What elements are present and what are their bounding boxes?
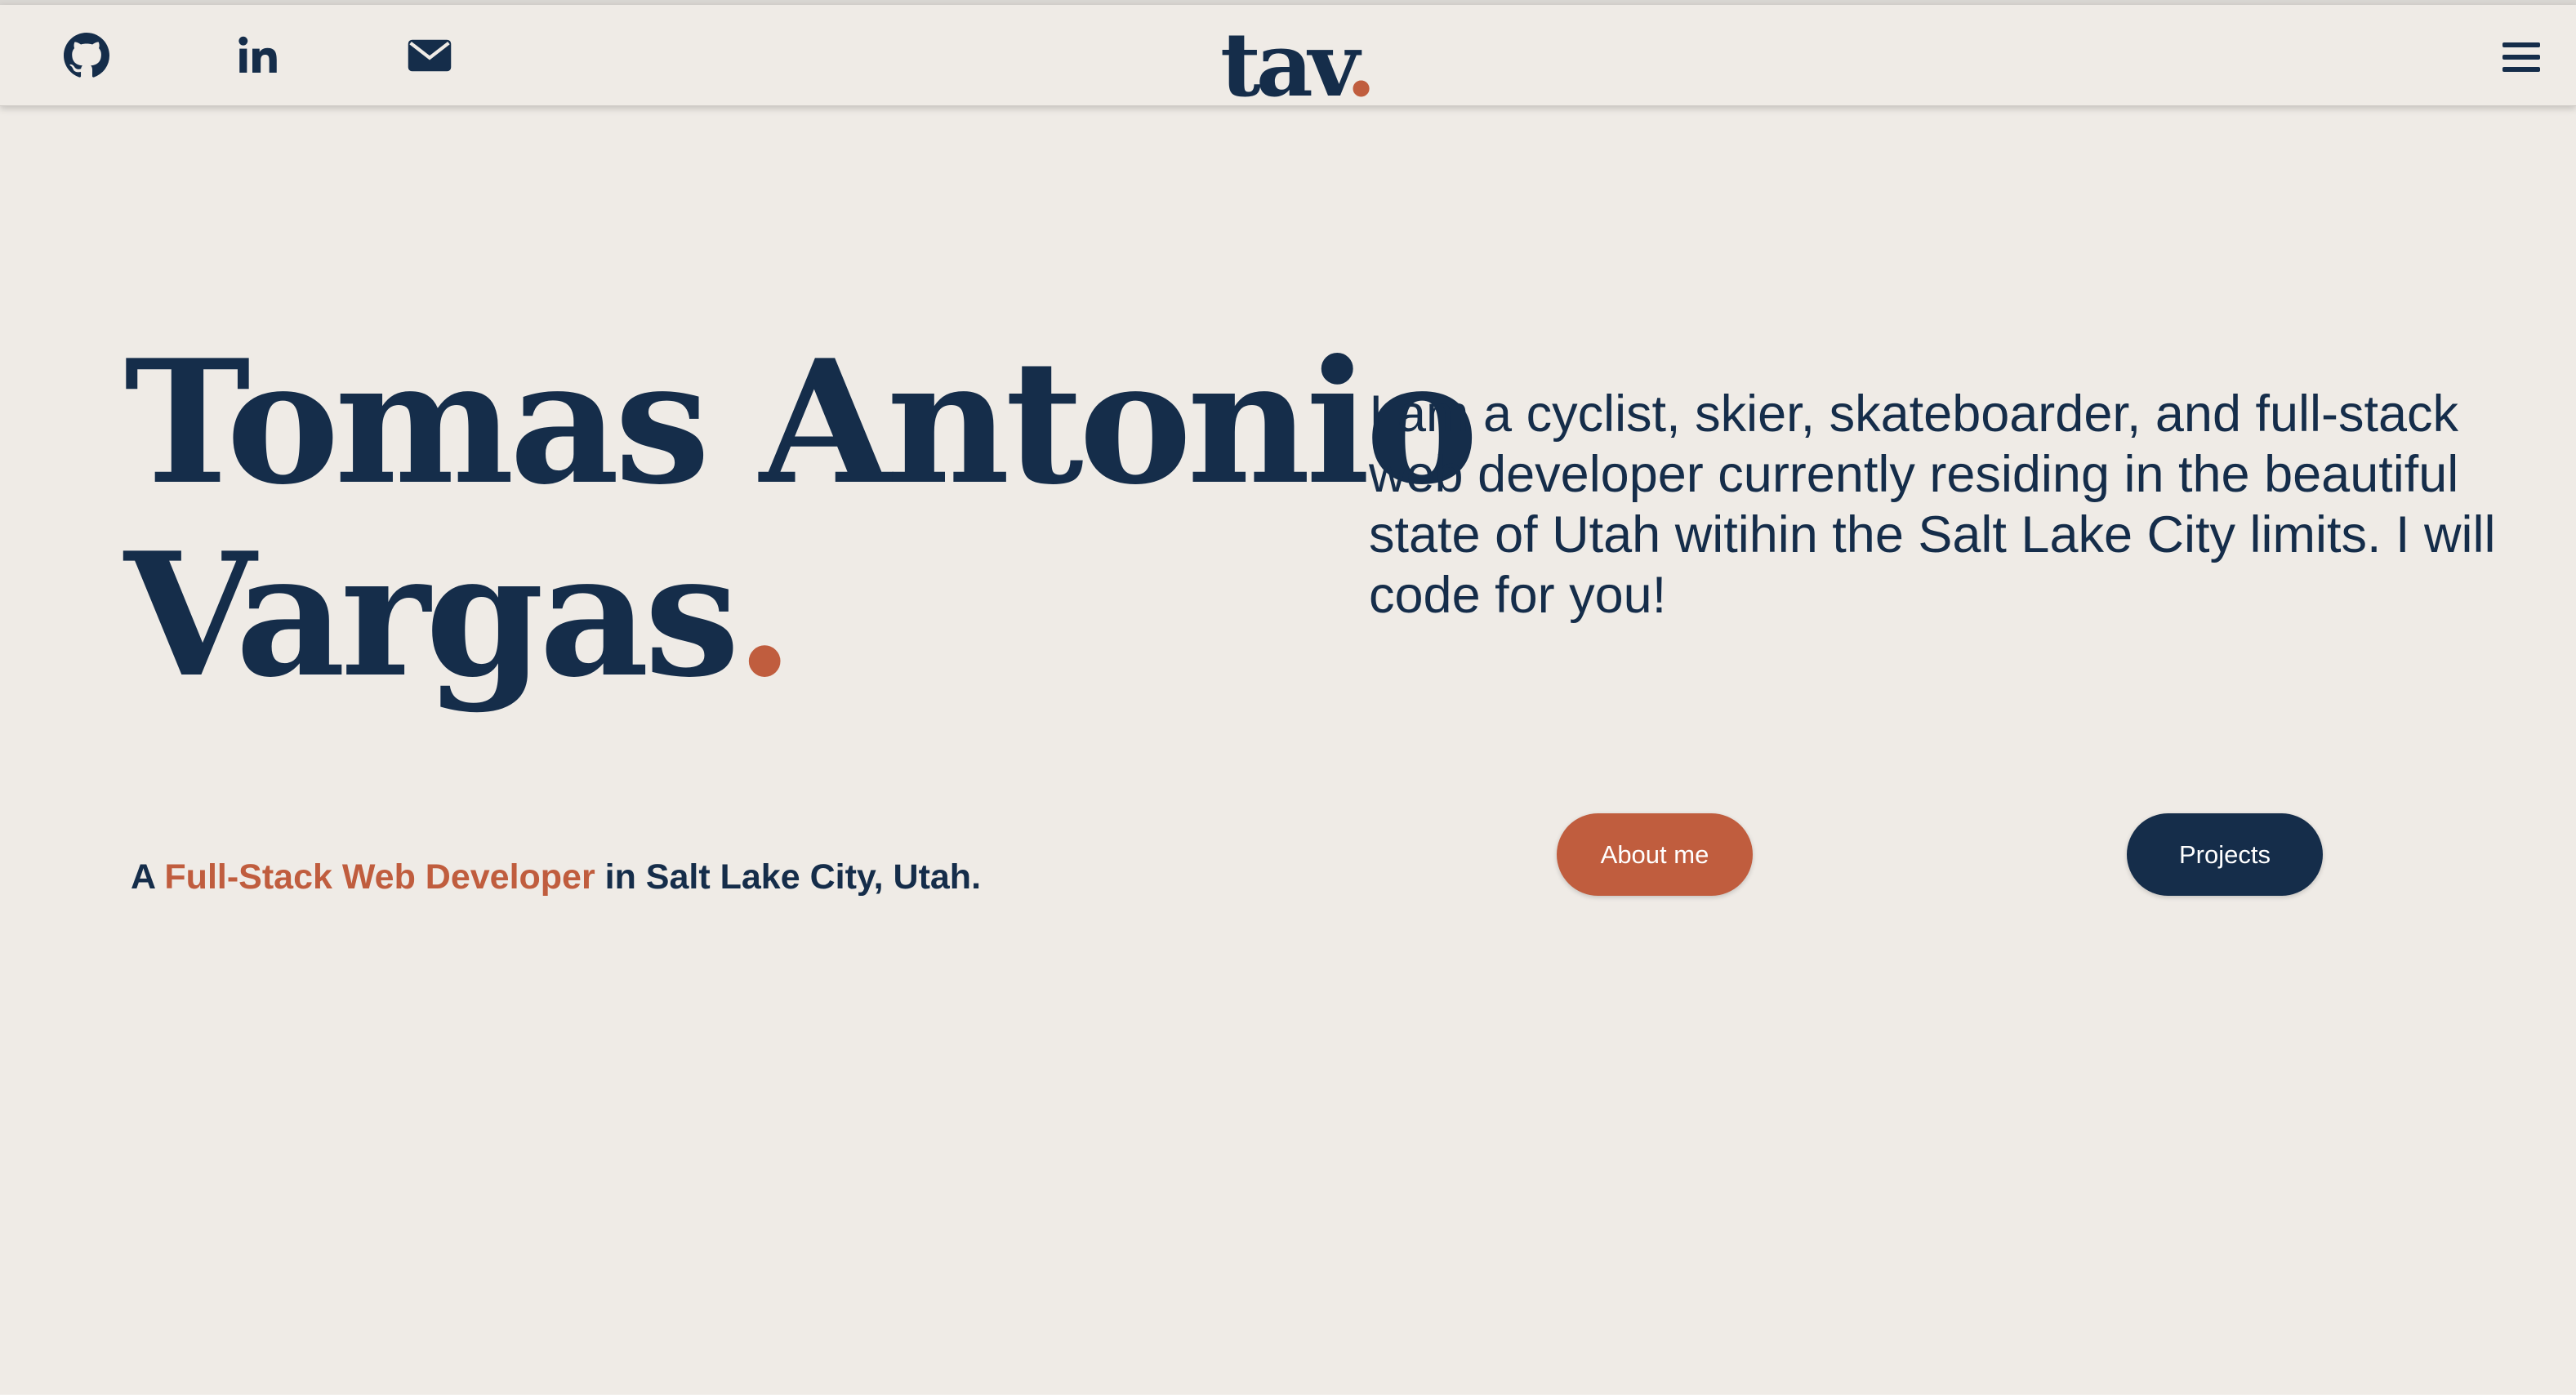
tagline: A Full-Stack Web Developer in Salt Lake … bbox=[131, 857, 981, 897]
bottom-edge bbox=[0, 1395, 2576, 1398]
name-dot: . bbox=[734, 516, 794, 715]
logo-dot: . bbox=[1345, 14, 1377, 117]
envelope-icon bbox=[407, 33, 452, 78]
tagline-prefix: A bbox=[131, 857, 165, 897]
intro-paragraph: I am a cyclist, skier, skateboarder, and… bbox=[1369, 385, 2496, 624]
tagline-location: in Salt Lake City, Utah. bbox=[595, 857, 982, 897]
github-icon bbox=[64, 33, 109, 78]
name-line-2: Vargas bbox=[124, 516, 740, 715]
menu-button[interactable] bbox=[2501, 38, 2542, 77]
github-link[interactable] bbox=[64, 33, 109, 78]
hamburger-menu-icon bbox=[2501, 38, 2542, 77]
logo-text: tav bbox=[1220, 14, 1351, 117]
linkedin-icon bbox=[235, 33, 281, 78]
tagline-role: Full-Stack Web Developer bbox=[164, 857, 595, 897]
name-line-1: Tomas Antonio bbox=[124, 323, 1478, 523]
about-me-button[interactable]: About me bbox=[1557, 813, 1753, 896]
site-logo[interactable]: tav. bbox=[1220, 8, 1377, 122]
site-header: tav. bbox=[0, 5, 2576, 117]
projects-button[interactable]: Projects bbox=[2127, 813, 2323, 896]
social-links bbox=[64, 33, 452, 78]
hero-name: Tomas Antonio Vargas. bbox=[124, 327, 1478, 715]
linkedin-link[interactable] bbox=[235, 33, 281, 78]
email-link[interactable] bbox=[407, 33, 452, 78]
